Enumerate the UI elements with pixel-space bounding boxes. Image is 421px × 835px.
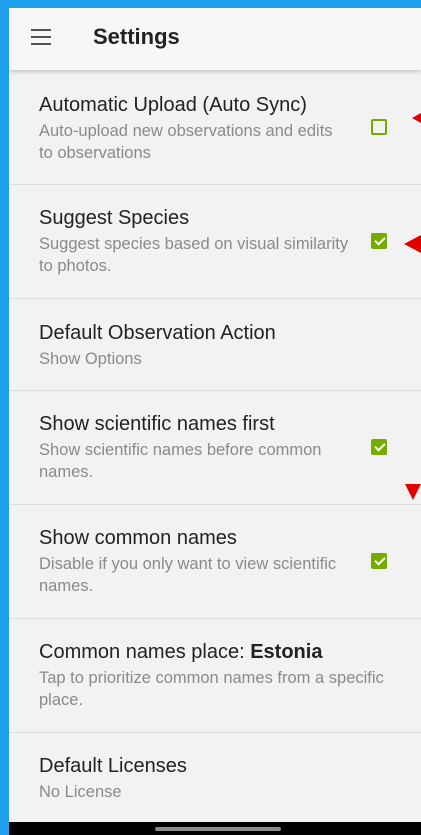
annotation-arrow	[412, 113, 421, 123]
home-gesture-handle[interactable]	[155, 827, 281, 831]
frame-top-border	[0, 0, 421, 8]
setting-common-names-place[interactable]: Common names place: Estonia Tap to prior…	[9, 619, 421, 733]
hamburger-menu-icon[interactable]	[31, 29, 51, 45]
setting-default-licenses[interactable]: Default Licenses No License	[9, 733, 421, 822]
suggest-species-checkbox[interactable]	[371, 233, 387, 249]
auto-sync-checkbox[interactable]	[371, 119, 387, 135]
setting-subtitle: Disable if you only want to view scienti…	[39, 555, 337, 595]
page-title: Settings	[93, 24, 180, 49]
annotation-arrow	[405, 484, 421, 500]
setting-title: Show scientific names first	[39, 413, 275, 435]
setting-subtitle: Auto-upload new observations and edits t…	[39, 122, 333, 162]
annotation-arrow	[404, 235, 421, 253]
frame-left-border	[0, 0, 9, 835]
setting-subtitle: Show scientific names before common name…	[39, 441, 322, 481]
setting-title: Suggest Species	[39, 207, 190, 229]
setting-title: Default Observation Action	[39, 322, 276, 344]
place-name: Estonia	[250, 641, 323, 663]
setting-title-prefix: Common names place:	[39, 641, 251, 663]
setting-automatic-upload[interactable]: Automatic Upload (Auto Sync) Auto-upload…	[9, 70, 421, 185]
system-navigation-bar	[9, 822, 421, 835]
setting-show-common-names[interactable]: Show common names Disable if you only wa…	[9, 505, 421, 619]
setting-subtitle: Tap to prioritize common names from a sp…	[39, 669, 384, 709]
setting-subtitle: Suggest species based on visual similari…	[39, 235, 349, 275]
app-toolbar: Settings	[9, 8, 421, 70]
setting-subtitle: No License	[39, 783, 122, 801]
setting-suggest-species[interactable]: Suggest Species Suggest species based on…	[9, 185, 421, 299]
scientific-names-first-checkbox[interactable]	[371, 439, 387, 455]
setting-title: Common names place: Estonia	[39, 641, 322, 664]
setting-title: Default Licenses	[39, 755, 187, 777]
show-common-names-checkbox[interactable]	[371, 553, 387, 569]
setting-title: Automatic Upload (Auto Sync)	[39, 94, 307, 116]
setting-title: Show common names	[39, 527, 237, 549]
settings-list: Automatic Upload (Auto Sync) Auto-upload…	[9, 70, 421, 822]
setting-show-scientific-names-first[interactable]: Show scientific names first Show scienti…	[9, 391, 421, 505]
setting-subtitle: Show Options	[39, 350, 142, 368]
setting-default-observation-action[interactable]: Default Observation Action Show Options	[9, 299, 421, 391]
